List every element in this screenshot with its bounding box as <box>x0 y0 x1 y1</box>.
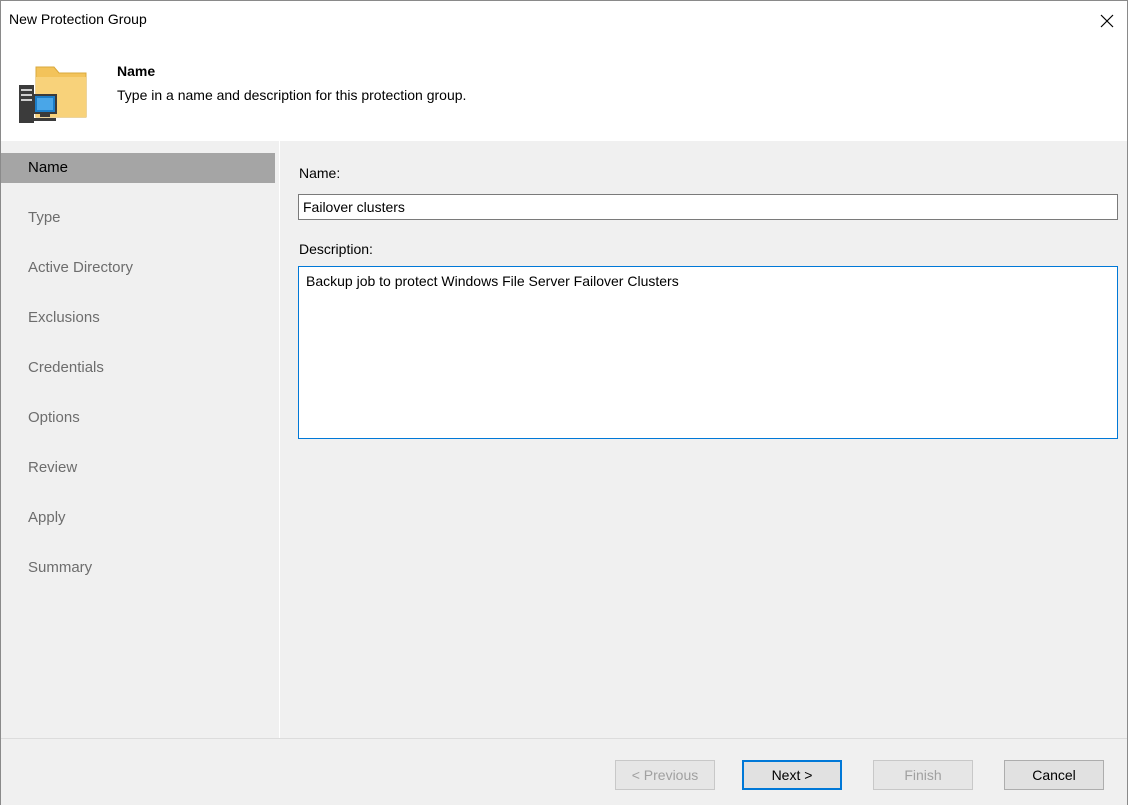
name-label: Name: <box>299 165 341 181</box>
step-exclusions[interactable]: Exclusions <box>1 303 275 333</box>
form-panel: Name: Description: Backup job to protect… <box>280 141 1127 738</box>
description-field[interactable]: Backup job to protect Windows File Serve… <box>298 266 1118 439</box>
steps-sidebar: Name Type Active Directory Exclusions Cr… <box>1 141 280 738</box>
cancel-button[interactable]: Cancel <box>1004 760 1104 790</box>
wizard-content: Name Type Active Directory Exclusions Cr… <box>1 141 1127 738</box>
finish-button[interactable]: Finish <box>873 760 973 790</box>
step-type[interactable]: Type <box>1 203 275 233</box>
next-button[interactable]: Next > <box>742 760 842 790</box>
page-description: Type in a name and description for this … <box>117 87 467 103</box>
wizard-header: Name Type in a name and description for … <box>1 41 1127 141</box>
name-field[interactable] <box>298 194 1118 220</box>
window-title: New Protection Group <box>9 11 147 27</box>
step-apply[interactable]: Apply <box>1 503 275 533</box>
wizard-window: New Protection Group Name Type in a name… <box>0 0 1128 805</box>
folder-server-icon <box>19 66 87 123</box>
step-options[interactable]: Options <box>1 403 275 433</box>
page-title: Name <box>117 63 156 79</box>
close-icon <box>1100 14 1114 28</box>
previous-button[interactable]: < Previous <box>615 760 715 790</box>
wizard-footer: < Previous Next > Finish Cancel <box>1 738 1127 805</box>
step-active-directory[interactable]: Active Directory <box>1 253 275 283</box>
close-button[interactable] <box>1091 5 1123 37</box>
step-credentials[interactable]: Credentials <box>1 353 275 383</box>
step-name[interactable]: Name <box>1 153 275 183</box>
step-summary[interactable]: Summary <box>1 553 275 583</box>
description-label: Description: <box>299 241 373 257</box>
step-review[interactable]: Review <box>1 453 275 483</box>
title-bar: New Protection Group <box>1 1 1127 41</box>
